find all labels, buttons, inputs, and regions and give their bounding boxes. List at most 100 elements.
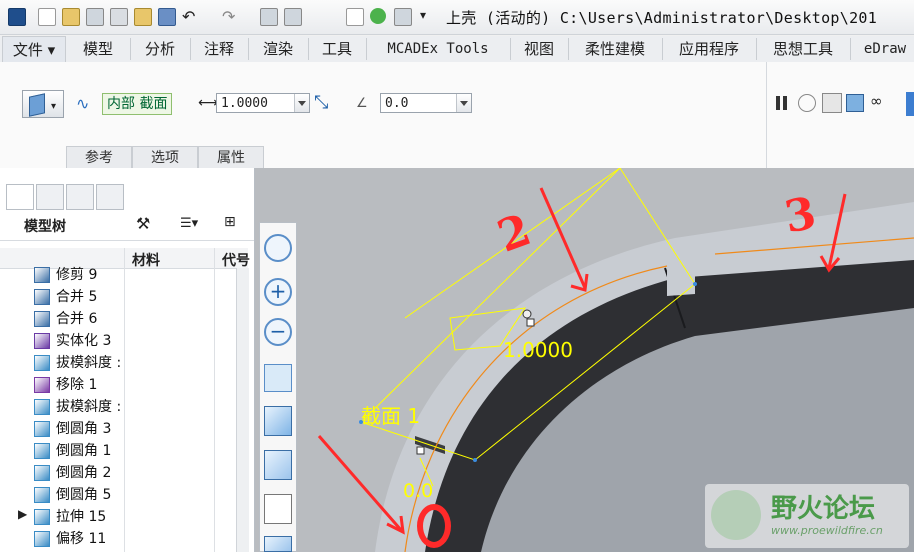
tab-analysis[interactable]: 分析 bbox=[130, 38, 191, 60]
new-file-icon[interactable] bbox=[38, 8, 56, 26]
folder-browser-tab-icon[interactable] bbox=[36, 184, 64, 210]
feature-icon bbox=[34, 333, 50, 349]
tree-item[interactable]: 实体化 3 bbox=[56, 330, 111, 352]
repaint-icon[interactable] bbox=[264, 364, 292, 392]
undo-icon[interactable]: ↶ bbox=[182, 7, 195, 26]
app-icon[interactable] bbox=[8, 8, 26, 26]
tab-idea-tools[interactable]: 思想工具 bbox=[756, 38, 851, 60]
tree-item[interactable]: 拉伸 15 bbox=[56, 506, 106, 528]
tree-scrollbar[interactable] bbox=[236, 268, 249, 552]
red-arrow-1 bbox=[317, 435, 403, 531]
angle-dropdown[interactable] bbox=[456, 94, 471, 112]
feature-icon bbox=[34, 399, 50, 415]
tree-item[interactable]: 修剪 9 bbox=[56, 264, 97, 286]
tab-model[interactable]: 模型 bbox=[66, 38, 131, 60]
model-tree-header: 模型树 bbox=[24, 219, 66, 235]
close-icon[interactable] bbox=[346, 8, 364, 26]
angle-dimension-label[interactable]: 0.0 bbox=[403, 480, 433, 502]
save-icon[interactable] bbox=[158, 8, 176, 26]
ribbon-divider bbox=[766, 62, 767, 168]
tab-tools[interactable]: 工具 bbox=[308, 38, 367, 60]
handwritten-mark-1: 1 bbox=[443, 504, 444, 505]
tab-file[interactable]: 文件 ▾ bbox=[2, 36, 66, 63]
drag-handle-square[interactable] bbox=[526, 318, 535, 327]
subtab-references[interactable]: 参考 bbox=[66, 146, 132, 168]
tree-item[interactable]: 合并 5 bbox=[56, 286, 97, 308]
show-icon[interactable]: ⊞ bbox=[224, 214, 236, 230]
angle-handle[interactable] bbox=[416, 446, 425, 455]
red-arrow-2 bbox=[539, 187, 587, 289]
view-manager-icon[interactable] bbox=[264, 494, 292, 524]
angle-value: 0.0 bbox=[385, 96, 409, 111]
saved-orientations-icon[interactable] bbox=[264, 450, 292, 480]
tab-mcadex-tools[interactable]: MCADEx Tools bbox=[366, 38, 511, 60]
tree-item[interactable]: 拔模斜度 : bbox=[56, 352, 121, 374]
tree-item[interactable]: 倒圆角 5 bbox=[56, 484, 111, 506]
pause-icon-left[interactable] bbox=[776, 96, 780, 110]
drag-handle[interactable] bbox=[522, 309, 532, 319]
offset-input[interactable]: 1.0000 bbox=[216, 93, 310, 113]
ok-button[interactable] bbox=[906, 92, 914, 116]
tree-settings-icon[interactable]: ⚒ bbox=[136, 214, 150, 233]
regenerate-icon[interactable] bbox=[260, 8, 278, 26]
graphics-window[interactable]: 1.0000 截面 1 0.0 2 3 1 野火论坛 www.proewildf… bbox=[255, 168, 914, 552]
tree-item[interactable]: 合并 6 bbox=[56, 308, 97, 330]
flip-direction-icon[interactable]: ⤡ bbox=[314, 92, 328, 113]
tree-item[interactable]: 倒圆角 1 bbox=[56, 440, 111, 462]
verify-icon[interactable] bbox=[846, 94, 864, 112]
offset-dimension-label[interactable]: 1.0000 bbox=[503, 338, 573, 362]
feature-icon bbox=[34, 465, 50, 481]
section-line-icon: ∿ bbox=[76, 94, 90, 113]
history-tab-icon[interactable] bbox=[96, 184, 124, 210]
display-style-icon[interactable] bbox=[264, 406, 292, 436]
section-type-label[interactable]: 内部 截面 bbox=[102, 93, 173, 115]
section-name-label[interactable]: 截面 1 bbox=[361, 400, 420, 429]
tab-annotate[interactable]: 注释 bbox=[190, 38, 249, 60]
zoom-out-icon[interactable]: − bbox=[264, 318, 292, 346]
angle-input[interactable]: 0.0 bbox=[380, 93, 472, 113]
column-code[interactable]: 代号 bbox=[222, 250, 250, 270]
angle-icon: ∠ bbox=[356, 96, 368, 111]
preview-icon[interactable] bbox=[822, 93, 842, 113]
window-title: 上壳 (活动的) C:\Users\Administrator\Desktop\… bbox=[446, 9, 878, 27]
tree-item[interactable]: 倒圆角 3 bbox=[56, 418, 111, 440]
tab-edrawings[interactable]: eDraw bbox=[850, 38, 914, 60]
pause-icon-right[interactable] bbox=[783, 96, 787, 110]
tree-item[interactable]: 偏移 11 bbox=[56, 528, 106, 550]
customize-toolbar-icon[interactable]: ▾ bbox=[420, 8, 426, 22]
no-preview-icon[interactable] bbox=[798, 94, 816, 112]
glasses-icon[interactable]: ∞ bbox=[870, 92, 883, 110]
perspective-icon[interactable] bbox=[264, 536, 292, 552]
redo-icon[interactable]: ↷ bbox=[222, 7, 235, 26]
tree-item[interactable]: 移除 1 bbox=[56, 374, 97, 396]
section-type-button[interactable]: ▾ bbox=[22, 90, 64, 118]
expand-arrow-icon[interactable]: ▶ bbox=[18, 507, 27, 521]
feature-icon bbox=[34, 355, 50, 371]
tab-flexible-modeling[interactable]: 柔性建模 bbox=[568, 38, 663, 60]
feature-icon bbox=[34, 509, 50, 525]
tree-filter-icon[interactable]: ☰▾ bbox=[180, 216, 198, 231]
tree-item[interactable]: 拔模斜度 : bbox=[56, 396, 121, 418]
subtab-options[interactable]: 选项 bbox=[132, 146, 198, 168]
refit-icon[interactable] bbox=[264, 234, 292, 262]
tab-applications[interactable]: 应用程序 bbox=[662, 38, 757, 60]
save-copy-icon[interactable] bbox=[394, 8, 412, 26]
folder-icon[interactable] bbox=[134, 8, 152, 26]
subtab-properties[interactable]: 属性 bbox=[198, 146, 264, 168]
tree-item[interactable]: 倒圆角 2 bbox=[56, 462, 111, 484]
close-window-icon[interactable] bbox=[110, 8, 128, 26]
tab-render[interactable]: 渲染 bbox=[248, 38, 309, 60]
zoom-in-icon[interactable]: + bbox=[264, 278, 292, 306]
offset-dropdown[interactable] bbox=[294, 94, 309, 112]
open-file-icon[interactable] bbox=[62, 8, 80, 26]
column-material[interactable]: 材料 bbox=[132, 250, 160, 270]
status-icon[interactable] bbox=[370, 8, 386, 24]
model-tree-tab-icon[interactable] bbox=[6, 184, 34, 210]
feature-icon bbox=[34, 289, 50, 305]
tab-view[interactable]: 视图 bbox=[510, 38, 569, 60]
favorites-tab-icon[interactable] bbox=[66, 184, 94, 210]
open-recent-icon[interactable] bbox=[86, 8, 104, 26]
vertex-dot bbox=[693, 282, 697, 286]
feature-icon bbox=[34, 487, 50, 503]
windows-icon[interactable] bbox=[284, 8, 302, 26]
